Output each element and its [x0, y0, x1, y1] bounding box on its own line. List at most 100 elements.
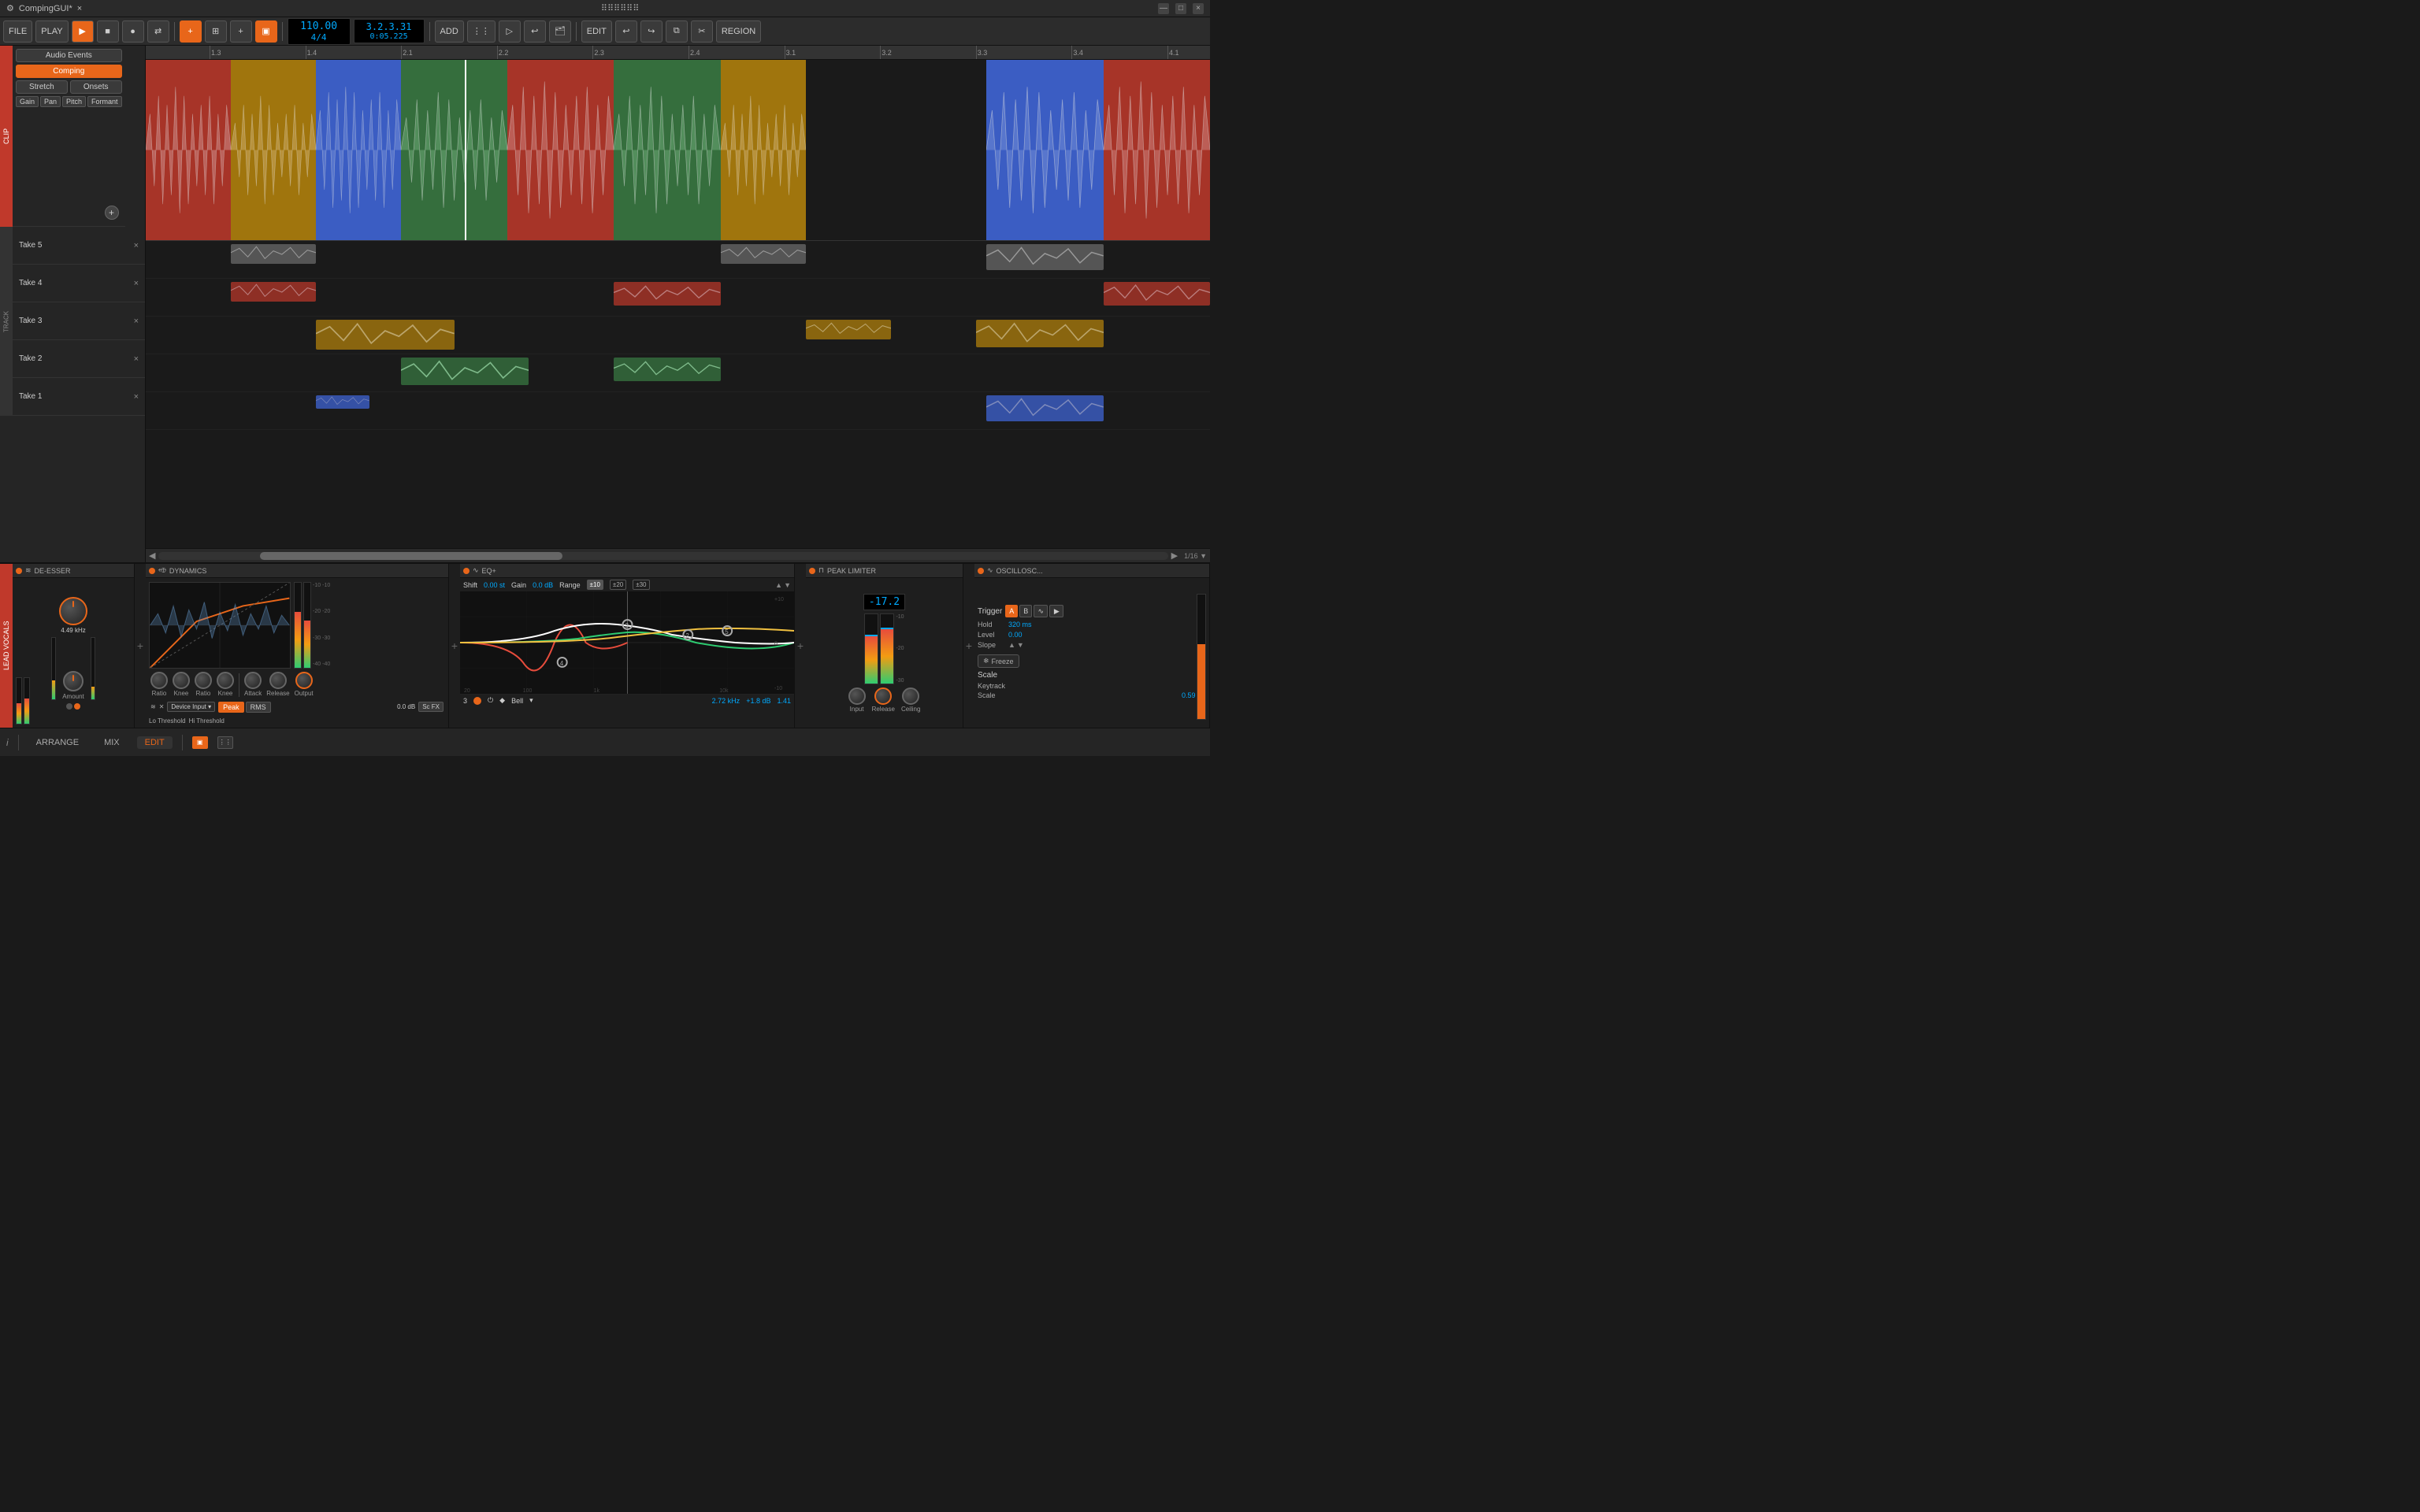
- output-knob[interactable]: [295, 672, 313, 689]
- edit-button[interactable]: EDIT: [581, 20, 612, 43]
- play-button[interactable]: ▶: [72, 20, 94, 43]
- pan-button[interactable]: Pan: [40, 96, 61, 107]
- take5-seg1[interactable]: [231, 244, 316, 264]
- scope-mode-btn[interactable]: ▶: [1049, 605, 1063, 617]
- sc-fx-button[interactable]: Sc FX: [418, 702, 444, 712]
- freq-knob[interactable]: [59, 597, 87, 625]
- comping-button[interactable]: Comping: [16, 65, 122, 78]
- eq-power[interactable]: [463, 568, 470, 574]
- stop-button[interactable]: ■: [97, 20, 119, 43]
- comp-seg-1[interactable]: [231, 60, 316, 240]
- band-toggle[interactable]: [473, 697, 481, 705]
- panel-add-2[interactable]: +: [449, 564, 460, 728]
- tempo-display[interactable]: 110.00 4/4: [288, 18, 351, 45]
- onsets-button[interactable]: Onsets: [70, 80, 122, 94]
- take4-close[interactable]: ×: [134, 279, 139, 288]
- dynamics-power[interactable]: [149, 568, 155, 574]
- slope-up-icon[interactable]: ▲: [1008, 641, 1015, 649]
- device-input-select[interactable]: Device Input ▾: [167, 702, 215, 712]
- redo-button[interactable]: ↪: [640, 20, 663, 43]
- take5-close[interactable]: ×: [134, 241, 139, 250]
- mixer-icon-btn[interactable]: ⋮⋮: [217, 736, 233, 749]
- range-btn-10[interactable]: ±10: [587, 580, 603, 590]
- knee1-knob[interactable]: [173, 672, 190, 689]
- position-display[interactable]: 3.2.3.31 0:05.225: [354, 19, 425, 43]
- comp-seg-3[interactable]: [401, 60, 507, 240]
- grid-button[interactable]: ⊞: [205, 20, 227, 43]
- attack-knob[interactable]: [244, 672, 262, 689]
- take1-seg1[interactable]: [316, 395, 369, 409]
- edit-tab[interactable]: EDIT: [137, 736, 173, 749]
- mix-tab[interactable]: MIX: [96, 736, 128, 749]
- take2-seg2[interactable]: [614, 358, 720, 381]
- freeze-button[interactable]: ❄ Freeze: [978, 654, 1019, 668]
- comp-seg-2[interactable]: [316, 60, 401, 240]
- add-track-button[interactable]: +: [105, 206, 119, 220]
- undo-button[interactable]: ↩: [615, 20, 637, 43]
- comp-seg-5[interactable]: [614, 60, 720, 240]
- file-button[interactable]: FILE: [3, 20, 32, 43]
- add-icon-button[interactable]: +: [180, 20, 202, 43]
- return-button[interactable]: ↩: [524, 20, 546, 43]
- band-a-button[interactable]: A: [1005, 605, 1018, 617]
- comp-seg-0[interactable]: [146, 60, 231, 240]
- take1-seg2[interactable]: [986, 395, 1104, 421]
- play-text-button[interactable]: PLAY: [35, 20, 68, 43]
- peak-limiter-power[interactable]: [809, 568, 815, 574]
- comp-seg-4[interactable]: [507, 60, 614, 240]
- rms-button[interactable]: RMS: [246, 702, 271, 713]
- minimize-button[interactable]: —: [1158, 3, 1169, 14]
- title-close-btn[interactable]: ×: [77, 4, 82, 13]
- waveform-btn[interactable]: ∿: [1034, 605, 1048, 617]
- take2-seg1[interactable]: [401, 358, 529, 385]
- stutter-button[interactable]: ⋮⋮: [467, 20, 496, 43]
- prev-icon[interactable]: ◀: [149, 550, 155, 561]
- comp-seg-7[interactable]: [986, 60, 1104, 240]
- comp-seg-8[interactable]: [1104, 60, 1210, 240]
- ratio2-knob[interactable]: [195, 672, 212, 689]
- range-btn-20[interactable]: ±20: [610, 580, 626, 590]
- take4-seg5[interactable]: [1104, 282, 1210, 306]
- take1-close[interactable]: ×: [134, 392, 139, 402]
- scissors-button[interactable]: ✂: [691, 20, 713, 43]
- panel-add-4[interactable]: +: [963, 564, 974, 728]
- add-button[interactable]: ADD: [435, 20, 464, 43]
- take3-seg3[interactable]: [806, 320, 891, 339]
- band-type-arrow[interactable]: ▾: [529, 696, 533, 705]
- scrollbar-thumb[interactable]: [260, 552, 562, 560]
- release-knob[interactable]: [269, 672, 287, 689]
- audio-events-button[interactable]: Audio Events: [16, 49, 122, 62]
- ratio1-knob[interactable]: [150, 672, 168, 689]
- eq-up-icon[interactable]: ▲: [775, 581, 782, 589]
- plus-button[interactable]: +: [230, 20, 252, 43]
- arrange-tab[interactable]: ARRANGE: [28, 736, 87, 749]
- range-btn-30[interactable]: ±30: [633, 580, 649, 590]
- slope-down-icon[interactable]: ▼: [1017, 641, 1024, 649]
- take3-seg1[interactable]: [316, 320, 455, 350]
- ceiling-knob[interactable]: [902, 687, 919, 705]
- info-icon[interactable]: i: [6, 737, 9, 748]
- knee2-knob[interactable]: [217, 672, 234, 689]
- record-button[interactable]: ●: [122, 20, 144, 43]
- take4-seg2[interactable]: [614, 282, 720, 306]
- play2-button[interactable]: ▷: [499, 20, 521, 43]
- orange-mode-button[interactable]: ▣: [255, 20, 277, 43]
- next-icon[interactable]: ▶: [1171, 550, 1178, 561]
- maximize-button[interactable]: □: [1175, 3, 1186, 14]
- dynamics-graph[interactable]: [149, 582, 291, 669]
- take3-seg4[interactable]: [976, 320, 1104, 347]
- panel-add-3[interactable]: +: [795, 564, 806, 728]
- take5-seg2[interactable]: [721, 244, 806, 264]
- formant-button[interactable]: Formant: [87, 96, 122, 107]
- take2-close[interactable]: ×: [134, 354, 139, 364]
- edit-icon-btn[interactable]: ▣: [192, 736, 208, 749]
- eq-down-icon[interactable]: ▼: [784, 581, 791, 589]
- input-knob[interactable]: [848, 687, 866, 705]
- eq-graph[interactable]: 4 3 2 5 +10 0 -10 20 100 1k 10k: [460, 591, 794, 694]
- page-indicator[interactable]: 1/16 ▼: [1184, 552, 1207, 560]
- pitch-button[interactable]: Pitch: [62, 96, 86, 107]
- copy-button[interactable]: ⧉: [666, 20, 688, 43]
- loop-button[interactable]: ⇄: [147, 20, 169, 43]
- close-button[interactable]: ×: [1193, 3, 1204, 14]
- take5-seg3[interactable]: [986, 244, 1104, 270]
